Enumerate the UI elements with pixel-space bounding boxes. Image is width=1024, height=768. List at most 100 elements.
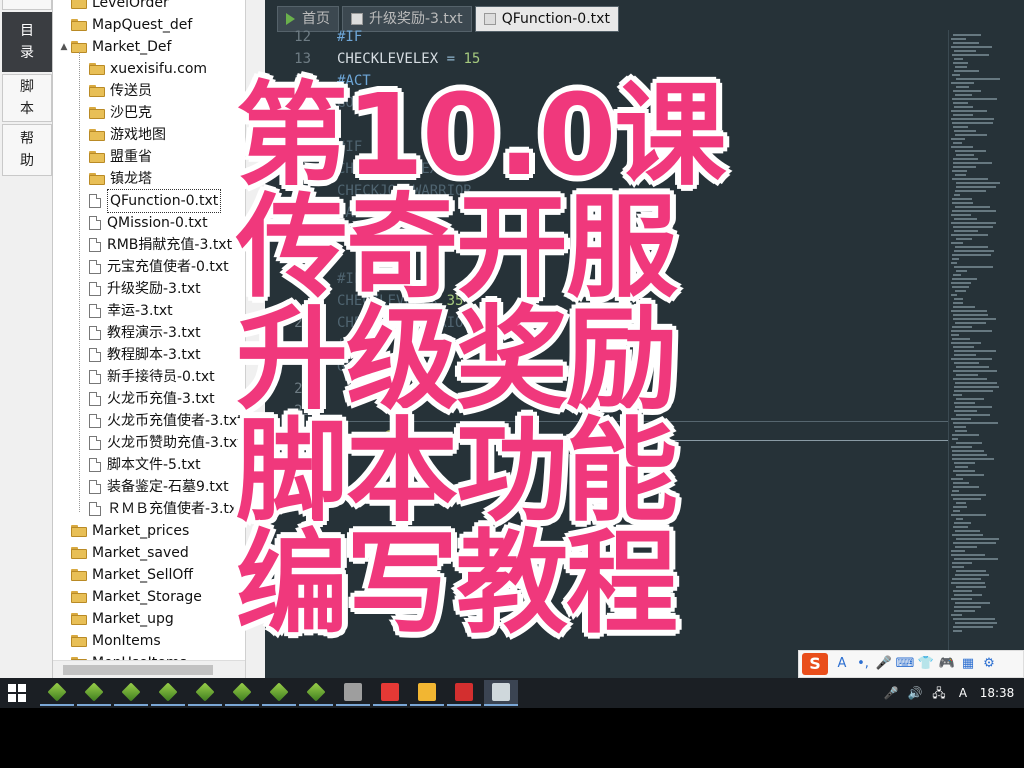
folder-icon [89,63,105,75]
taskbar-app[interactable] [410,680,444,706]
tree-item-label: QMission-0.txt [107,215,208,231]
minimap-line [953,42,979,44]
minimap-line [952,338,970,340]
side-tab-directory[interactable]: 目录 [2,12,52,72]
tree-folder-item[interactable]: LevelOrder [59,0,169,14]
taskbar-app[interactable] [373,680,407,706]
game-client-icon [158,682,178,702]
tree-file-item[interactable]: ▶RMB捐献充值-3.txt [77,234,232,256]
tree-file-item[interactable]: ▶QFunction-0.txt [77,189,222,213]
tree-file-item[interactable]: ▶幸运-3.txt [77,300,173,322]
minimap-line [954,354,976,356]
tree-folder-item[interactable]: Market_upg [59,608,174,630]
file-tree[interactable]: LevelOrder MapQuest_def ▲ Market_Def xuexisi… [53,0,245,678]
game-client-icon [121,682,141,702]
side-tab-char: 目 [20,23,34,39]
ime-keyboard-icon[interactable]: ⌨ [895,653,915,675]
tray-ime-icon[interactable]: A [952,678,974,708]
minimap-line [951,310,987,312]
side-tab-search[interactable]: 查 [2,0,52,10]
minimap-line [955,622,997,624]
taskbar-app[interactable] [484,680,518,706]
tree-file-item[interactable]: ▶脚本文件-5.txt [77,454,201,476]
overlay-title-line: 升级奖励 [236,295,678,425]
minimap-line [952,458,994,460]
tree-horizontal-scrollbar[interactable] [53,660,245,679]
taskbar-app[interactable] [299,680,333,706]
code-minimap[interactable] [948,30,1024,650]
letterbox-bottom [0,708,1024,768]
tree-file-item[interactable]: ▶教程演示-3.txt [77,322,201,344]
collapse-icon[interactable]: ▲ [59,36,69,58]
side-tab-char: 助 [20,153,34,169]
taskbar-app[interactable] [225,680,259,706]
file-icon [89,238,101,252]
tree-file-item[interactable]: ▶教程脚本-3.txt [77,344,201,366]
taskbar-app[interactable] [262,680,296,706]
tree-file-item[interactable]: ▶元宝充值使者-0.txt [77,256,229,278]
tree-folder-item[interactable]: MapQuest_def [59,14,192,36]
tree-file-item[interactable]: ▶火龙币充值使者-3.txt [77,410,243,432]
tree-folder-item[interactable]: Market_SellOff [59,564,193,586]
tree-file-item[interactable]: ▶QMission-0.txt [77,212,208,234]
side-tab-char: 录 [20,45,34,61]
tray-network-icon[interactable]: 🖧 [928,678,950,708]
ime-settings-icon[interactable]: ⚙ [979,653,999,675]
tree-file-item[interactable]: ▶新手接待员-0.txt [77,366,215,388]
ime-skin-icon[interactable]: 👕 [916,653,936,675]
minimap-line [955,406,992,408]
file-icon [89,480,101,494]
tree-file-item[interactable]: ▶装备鉴定-石墓9.txt [77,476,229,498]
tree-item-label: QFunction-0.txt [107,189,222,213]
minimap-line [951,146,973,148]
tree-file-item[interactable]: ▶火龙币赞助充值-3.txt [77,432,243,454]
minimap-line [951,82,974,84]
taskbar-app[interactable] [188,680,222,706]
tree-file-item[interactable]: ▶火龙币充值-3.txt [77,388,215,410]
tree-folder-item[interactable]: 镇龙塔 [77,168,152,190]
tree-file-item[interactable]: ▶ＲＭＢ充值使者-3.txt [77,498,243,520]
ime-punctuation-icon[interactable]: •, [853,653,873,675]
side-tab-script[interactable]: 脚本 [2,74,52,122]
taskbar-app[interactable] [114,680,148,706]
ime-toolbox-icon[interactable]: ▦ [958,653,978,675]
windows-start-icon[interactable] [8,684,26,702]
ime-voice-icon[interactable]: 🎤 [874,653,894,675]
taskbar-app[interactable] [336,680,370,706]
ime-mode-icon[interactable]: A [832,653,852,675]
tree-folder-item[interactable]: 游戏地图 [77,124,166,146]
tree-folder-item[interactable]: Market_saved [59,542,189,564]
minimap-line [953,302,963,304]
taskbar-app[interactable] [151,680,185,706]
tray-volume-icon[interactable]: 🔊 [904,678,926,708]
ime-game-icon[interactable]: 🎮 [937,653,957,675]
taskbar-clock[interactable]: 18:38 [974,678,1020,708]
ime-toolbar[interactable]: S A •, 🎤 ⌨ 👕 🎮 ▦ ⚙ [798,650,1024,678]
tree-item-label: 盟重省 [110,149,152,165]
tree-folder-item[interactable]: Market_Storage [59,586,202,608]
tray-microphone-icon[interactable]: 🎤 [880,678,902,708]
game-client-icon [84,682,104,702]
tree-folder-item[interactable]: 盟重省 [77,146,152,168]
folder-icon [71,569,87,581]
tree-folder-item[interactable]: Market_prices [59,520,189,542]
minimap-line [953,314,988,316]
side-tab-help[interactable]: 帮助 [2,124,52,176]
tree-folder-item[interactable]: xuexisifu.com [77,58,207,80]
scrollbar-thumb[interactable] [63,665,213,675]
tree-folder-item[interactable]: 传送员 [77,80,152,102]
taskbar-app[interactable] [40,680,74,706]
tree-folder-item[interactable]: MonItems [59,630,161,652]
taskbar-app[interactable] [447,680,481,706]
tree-folder-item[interactable]: ▲ Market_Def [59,36,172,58]
sogou-logo-icon[interactable]: S [802,653,828,675]
tree-folder-item[interactable]: 沙巴克 [77,102,152,124]
minimap-line [954,390,993,392]
minimap-line [956,586,986,588]
minimap-line [956,78,1000,80]
minimap-line [956,398,984,400]
tree-file-item[interactable]: ▶升级奖励-3.txt [77,278,201,300]
tree-item-label: 火龙币赞助充值-3.txt [107,435,243,451]
folder-icon [71,19,87,31]
taskbar-app[interactable] [77,680,111,706]
